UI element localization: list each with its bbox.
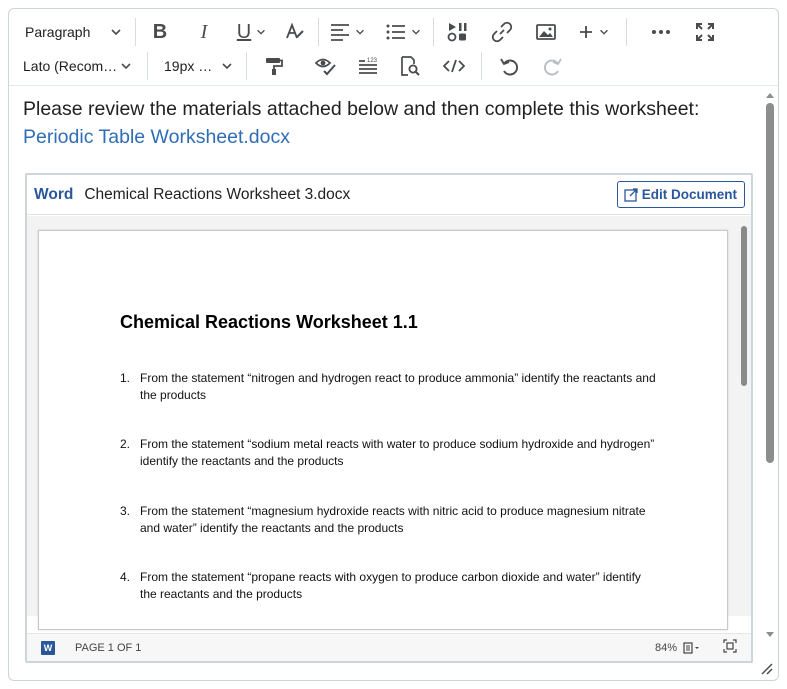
worksheet-link[interactable]: Periodic Table Worksheet.docx	[23, 123, 763, 151]
word-count-button[interactable]: 123	[351, 51, 385, 81]
plus-icon	[580, 26, 592, 38]
toolbar-divider	[318, 18, 319, 46]
document-viewer[interactable]: Chemical Reactions Worksheet 1.1 1. From…	[27, 216, 751, 630]
editor-content[interactable]: Please review the materials attached bel…	[23, 95, 763, 151]
zoom-level[interactable]: 84%	[655, 642, 677, 654]
align-left-icon	[331, 24, 349, 41]
intro-text: Please review the materials attached bel…	[23, 98, 700, 120]
font-family-label: Lato (Recom…	[23, 58, 118, 74]
embedded-document: Word Chemical Reactions Worksheet 3.docx…	[25, 173, 753, 663]
list-dropdown[interactable]	[381, 17, 427, 47]
view-mode-dropdown[interactable]	[683, 641, 701, 654]
document-name: Chemical Reactions Worksheet 3.docx	[84, 185, 351, 203]
toolbar-divider	[626, 18, 627, 46]
question-text: From the statement “sodium metal reacts …	[140, 437, 655, 468]
undo-icon	[500, 58, 518, 76]
block-format-label: Paragraph	[25, 24, 91, 40]
question-item: 3. From the statement “magnesium hydroxi…	[120, 503, 660, 536]
redo-icon	[544, 58, 562, 76]
question-item: 2. From the statement “sodium metal reac…	[120, 436, 660, 469]
document-footer: W PAGE 1 OF 1 84%	[27, 633, 751, 661]
chevron-down-icon	[121, 63, 131, 70]
fullscreen-icon	[723, 639, 737, 653]
toolbar-divider	[433, 18, 434, 46]
question-number: 1.	[120, 371, 131, 385]
question-text: From the statement “nitrogen and hydroge…	[140, 371, 656, 402]
clear-formatting-button[interactable]	[278, 17, 312, 47]
block-format-dropdown[interactable]: Paragraph	[17, 17, 129, 47]
word-icon: W	[41, 640, 55, 655]
chevron-down-icon	[412, 29, 420, 35]
image-icon	[536, 24, 556, 40]
ellipsis-icon	[652, 30, 670, 34]
chevron-down-icon	[222, 63, 232, 70]
insert-more-dropdown[interactable]	[572, 17, 616, 47]
question-item: 4. From the statement “propane reacts wi…	[120, 569, 660, 602]
external-edit-icon	[624, 187, 638, 202]
paint-roller-icon	[266, 58, 283, 75]
edit-document-label: Edit Document	[641, 187, 737, 202]
question-number: 4.	[120, 570, 131, 584]
question-text: From the statement “magnesium hydroxide …	[140, 504, 646, 535]
clear-format-icon	[286, 22, 304, 39]
scroll-up-arrow-icon[interactable]	[766, 91, 774, 99]
document-title: Chemical Reactions Worksheet 1.1	[120, 312, 418, 332]
svg-text:123: 123	[367, 58, 378, 64]
media-icon	[447, 23, 467, 42]
document-page: Chemical Reactions Worksheet 1.1 1. From…	[38, 230, 728, 630]
toolbar-divider	[481, 52, 482, 80]
scroll-down-arrow-icon[interactable]	[766, 631, 774, 639]
italic-button[interactable]: I	[186, 17, 222, 47]
rich-text-editor: Paragraph B I U Lato (Recom… 19px … 123 …	[8, 8, 779, 681]
align-dropdown[interactable]	[325, 17, 371, 47]
source-code-button[interactable]	[437, 51, 471, 81]
underline-dropdown[interactable]: U	[228, 17, 276, 47]
document-scrollbar[interactable]	[741, 226, 747, 386]
insert-link-button[interactable]	[484, 17, 520, 47]
toolbar-row-2: Lato (Recom… 19px … 123	[9, 49, 778, 83]
insert-image-button[interactable]	[528, 17, 564, 47]
resize-handle-icon[interactable]	[759, 661, 773, 675]
chevron-down-icon	[111, 29, 121, 36]
format-painter-button[interactable]	[257, 51, 291, 81]
toolbar-row-1: Paragraph B I U	[9, 15, 778, 49]
edit-document-button[interactable]: Edit Document	[616, 181, 745, 208]
font-size-dropdown[interactable]: 19px …	[156, 51, 240, 81]
link-icon	[491, 21, 513, 43]
page-count: PAGE 1 OF 1	[75, 641, 142, 654]
eye-check-icon	[315, 58, 336, 76]
question-text: From the statement “propane reacts with …	[140, 570, 641, 601]
bold-button[interactable]: B	[142, 17, 178, 47]
word-app-label: Word	[34, 185, 74, 203]
fullscreen-editor-button[interactable]	[687, 17, 723, 47]
editor-scrollbar[interactable]	[766, 103, 774, 463]
bullet-list-icon	[386, 24, 405, 40]
toolbar-divider	[246, 52, 247, 80]
question-item: 1. From the statement “nitrogen and hydr…	[120, 370, 660, 403]
redo-button[interactable]	[536, 51, 570, 81]
chevron-down-icon	[257, 29, 266, 35]
underline-label: U	[236, 20, 252, 43]
more-options-button[interactable]	[643, 17, 679, 47]
chevron-down-icon	[356, 29, 364, 35]
font-size-label: 19px …	[164, 58, 213, 74]
chevron-down-icon	[600, 29, 608, 35]
find-replace-button[interactable]	[393, 51, 427, 81]
question-number: 2.	[120, 437, 131, 451]
expand-icon	[696, 23, 714, 41]
toolbar-divider	[135, 18, 136, 46]
accessibility-check-button[interactable]	[309, 51, 343, 81]
fullscreen-document-button[interactable]	[723, 639, 737, 656]
toolbar-divider	[147, 52, 148, 80]
embed-header: Word Chemical Reactions Worksheet 3.docx…	[27, 175, 751, 215]
undo-button[interactable]	[492, 51, 526, 81]
font-family-dropdown[interactable]: Lato (Recom…	[15, 51, 139, 81]
toolbar-bottom-border	[9, 85, 778, 86]
page-view-icon	[683, 641, 699, 654]
word-count-icon: 123	[359, 58, 378, 74]
insert-media-button[interactable]	[440, 17, 476, 47]
question-number: 3.	[120, 504, 131, 518]
find-document-icon	[401, 56, 420, 76]
code-icon	[443, 59, 465, 73]
